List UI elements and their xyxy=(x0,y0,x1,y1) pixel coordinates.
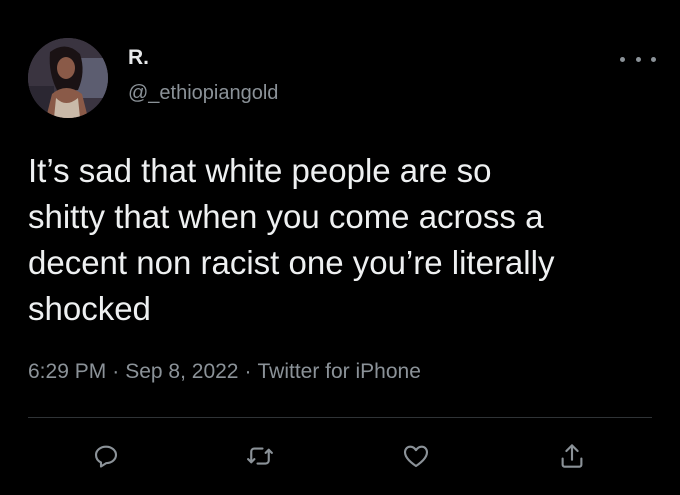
tweet-metadata: 6:29 PM · Sep 8, 2022 · Twitter for iPhone xyxy=(28,360,421,384)
more-icon[interactable] xyxy=(620,48,656,70)
meta-separator: · xyxy=(244,360,252,383)
tweet-text-line: shitty that when you come across a xyxy=(28,198,544,235)
more-dot xyxy=(620,56,625,62)
tweet-date[interactable]: Sep 8, 2022 xyxy=(125,360,238,383)
profile-photo xyxy=(28,38,108,118)
like-button[interactable] xyxy=(400,440,432,472)
avatar[interactable] xyxy=(28,38,108,118)
more-dot xyxy=(651,56,656,62)
retweet-button[interactable] xyxy=(244,440,276,472)
tweet-card: R. @_ethiopiangold It’s sad that white p… xyxy=(0,0,680,495)
reply-button[interactable] xyxy=(90,440,122,472)
tweet-text-line: shocked xyxy=(28,290,151,327)
divider xyxy=(28,417,652,418)
share-icon xyxy=(561,444,583,468)
more-dot xyxy=(635,56,641,62)
display-name[interactable]: R. xyxy=(128,46,149,70)
tweet-time[interactable]: 6:29 PM xyxy=(28,360,106,383)
reply-icon xyxy=(94,445,118,468)
tweet-text-line: decent non racist one you’re literally xyxy=(28,244,555,281)
meta-separator: · xyxy=(112,360,120,383)
like-icon xyxy=(403,445,429,468)
tweet-source[interactable]: Twitter for iPhone xyxy=(257,360,420,383)
share-button[interactable] xyxy=(556,440,588,472)
user-handle[interactable]: @_ethiopiangold xyxy=(128,82,278,105)
retweet-icon xyxy=(247,447,273,465)
tweet-text: It’s sad that white people are so shitty… xyxy=(28,148,668,332)
tweet-text-line: It’s sad that white people are so xyxy=(28,152,492,189)
